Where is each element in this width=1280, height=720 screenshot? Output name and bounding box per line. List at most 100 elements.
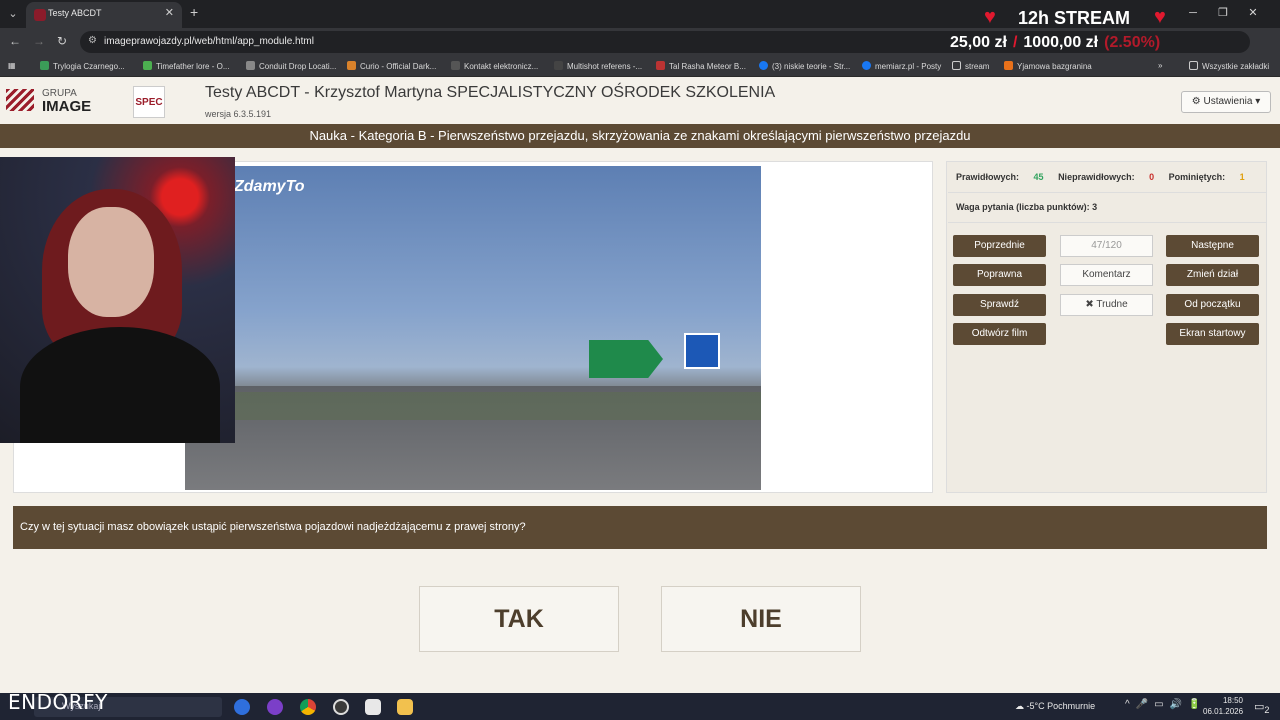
spec-logo: SPEC	[133, 86, 165, 118]
bookmark-favicon-icon	[40, 61, 49, 70]
stream-title: 12h STREAM	[1018, 8, 1131, 28]
heart-icon: ♥	[1154, 6, 1166, 28]
question-text: Czy w tej sytuacji masz obowiązek ustąpi…	[13, 506, 1267, 549]
webcam-overlay	[0, 157, 235, 443]
cloud-icon: ☁	[1015, 701, 1024, 711]
facebook-icon	[759, 61, 768, 70]
answer-no-button[interactable]: NIE	[661, 586, 861, 652]
bookmark-item[interactable]: Trylogia Czarnego...	[40, 61, 125, 71]
close-icon: ✖	[1085, 299, 1094, 310]
previous-button[interactable]: Poprzednie	[953, 235, 1046, 257]
forward-icon[interactable]: →	[33, 34, 45, 48]
site-info-icon[interactable]: ⚙	[88, 35, 97, 46]
next-button[interactable]: Następne	[1166, 235, 1259, 257]
bookmark-item[interactable]: Kontakt elektronicz...	[451, 61, 538, 71]
stat-skipped: Pominiętych: 1	[1168, 172, 1245, 182]
bookmark-item[interactable]: memiarz.pl - Posty	[862, 61, 941, 71]
comment-button[interactable]: Komentarz	[1060, 264, 1153, 286]
notification-count: 2	[1264, 705, 1270, 716]
stats-row: Prawidłowych: 45 Nieprawidłowych: 0 Pomi…	[956, 172, 1257, 182]
bookmark-favicon-icon	[246, 61, 255, 70]
app-icon[interactable]	[365, 699, 381, 715]
clock-date: 06.01.2026	[1203, 707, 1244, 716]
hard-button[interactable]: ✖ Trudne	[1060, 294, 1153, 316]
system-tray[interactable]: ^🎤▭🔊🔋	[1125, 699, 1207, 710]
grupa-image-logo-icon	[6, 89, 34, 111]
divider	[948, 192, 1267, 193]
question-weight: Waga pytania (liczba punktów): 3	[956, 202, 1098, 212]
page-title: Testy ABCDT - Krzysztof Martyna SPECJALI…	[205, 84, 776, 101]
bookmark-item[interactable]: Curio - Official Dark...	[347, 61, 436, 71]
tab-favicon-icon	[34, 9, 46, 21]
bookmark-favicon-icon	[451, 61, 460, 70]
url-text: imageprawojazdy.pl/web/html/app_module.h…	[104, 36, 314, 47]
chrome-icon[interactable]	[300, 699, 316, 715]
caret-down-icon: ▾	[1255, 96, 1261, 107]
app-header: GRUPA IMAGE SPEC Testy ABCDT - Krzysztof…	[0, 78, 1280, 124]
donation-raised: 25,00 zł	[950, 34, 1007, 51]
check-button[interactable]: Sprawdź	[953, 294, 1046, 316]
app-icon[interactable]	[234, 699, 250, 715]
question-counter: 47/120	[1060, 235, 1153, 257]
clock[interactable]: 18:50 06.01.2026	[1203, 695, 1243, 717]
donation-separator: /	[1012, 34, 1018, 51]
webcam-face	[68, 207, 154, 317]
tab-close-icon[interactable]: ✕	[165, 6, 174, 19]
bookmark-item[interactable]: Timefather lore - O...	[143, 61, 230, 71]
tab-title: Testy ABCDT	[48, 8, 102, 18]
bookmark-favicon-icon	[347, 61, 356, 70]
folder-icon[interactable]	[397, 699, 413, 715]
heart-icon: ♥	[984, 6, 996, 28]
facebook-icon	[862, 61, 871, 70]
bookmark-item[interactable]: Tal Rasha Meteor B...	[656, 61, 746, 71]
video-trees	[185, 380, 761, 420]
maximize-icon[interactable]: ❐	[1208, 6, 1238, 19]
blogger-icon	[1004, 61, 1013, 70]
back-icon[interactable]: ←	[9, 34, 21, 48]
all-bookmarks-folder[interactable]: Wszystkie zakładki	[1189, 61, 1269, 71]
donation-goal-amount: 1000,00 zł	[1023, 34, 1099, 51]
folder-icon	[1189, 61, 1198, 70]
stat-correct: Prawidłowych: 45	[956, 172, 1044, 182]
direction-sign-icon	[589, 340, 663, 378]
stat-incorrect: Nieprawidłowych: 0	[1058, 172, 1155, 182]
weather-widget[interactable]: ☁ -5°C Pochmurnie	[1015, 701, 1095, 712]
bookmarks-bar: ▦ Trylogia Czarnego... Timefather lore -…	[0, 56, 1280, 77]
donation-percent: (2.50%)	[1104, 34, 1161, 51]
correct-answer-button[interactable]: Poprawna	[953, 264, 1046, 286]
clock-time: 18:50	[1222, 696, 1243, 705]
bookmark-favicon-icon	[143, 61, 152, 70]
play-film-button[interactable]: Odtwórz film	[953, 323, 1046, 345]
webcam-body	[20, 327, 220, 443]
start-screen-button[interactable]: Ekran startowy	[1166, 323, 1259, 345]
apps-icon[interactable]: ▦	[8, 61, 16, 70]
answer-yes-button[interactable]: TAK	[419, 586, 619, 652]
change-section-button[interactable]: Zmień dział	[1166, 264, 1259, 286]
reload-icon[interactable]: ↻	[57, 34, 67, 48]
endorfy-logo: ENDORFY	[8, 690, 108, 714]
pedestrian-crossing-sign-icon	[684, 333, 720, 369]
bookmark-item[interactable]: Multishot referens -...	[554, 61, 642, 71]
bookmark-item[interactable]: (3) niskie teorie - Str...	[759, 61, 850, 71]
close-window-icon[interactable]: ✕	[1238, 6, 1268, 19]
from-start-button[interactable]: Od początku	[1166, 294, 1259, 316]
donation-goal: 25,00 zł / 1000,00 zł (2.50%)	[950, 34, 1160, 52]
app-version: wersja 6.3.5.191	[205, 109, 272, 119]
logo-text-bottom: IMAGE	[42, 98, 92, 115]
minimize-icon[interactable]: ─	[1178, 7, 1208, 19]
tab-search-icon[interactable]: ⌄	[4, 5, 22, 23]
category-banner: Nauka - Kategoria B - Pierwszeństwo prze…	[0, 124, 1280, 148]
app-icon[interactable]	[267, 699, 283, 715]
bookmark-item[interactable]: Conduit Drop Locati...	[246, 61, 336, 71]
settings-button[interactable]: ⚙ Ustawienia ▾	[1181, 91, 1271, 113]
new-tab-icon[interactable]: +	[190, 4, 198, 20]
bookmark-folder[interactable]: stream	[952, 61, 989, 71]
video-watermark: ZdamyTo	[234, 178, 305, 195]
notification-icon[interactable]: ▭2	[1254, 700, 1270, 715]
more-bookmarks-icon[interactable]: »	[1158, 61, 1162, 70]
browser-tab[interactable]: Testy ABCDT ✕	[26, 2, 182, 28]
folder-icon	[952, 61, 961, 70]
bookmark-item[interactable]: Yjamowa bazgranina	[1004, 61, 1092, 71]
obs-icon[interactable]	[333, 699, 349, 715]
question-video[interactable]	[185, 166, 761, 490]
